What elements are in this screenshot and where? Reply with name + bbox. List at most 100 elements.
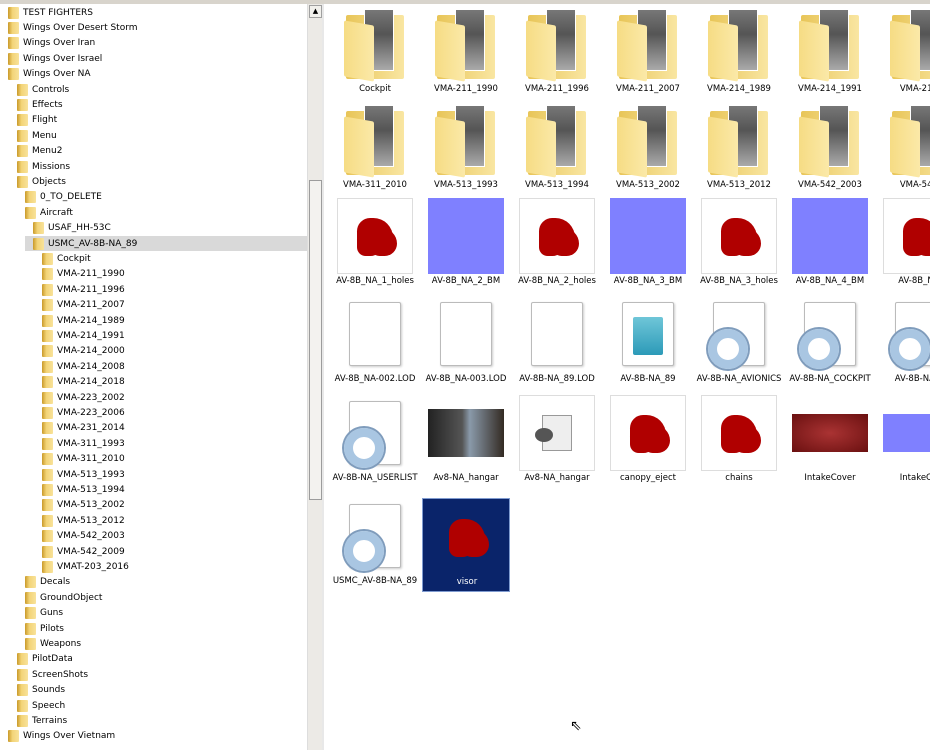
tree-item[interactable]: VMA-311_1993 xyxy=(42,436,125,451)
file-label: VMA-211_2007 xyxy=(616,84,680,94)
file-item[interactable]: AV-8B-NA_89 xyxy=(604,296,692,390)
folder-icon xyxy=(519,102,595,178)
file-item[interactable]: VMA-513_1993 xyxy=(422,102,510,196)
scroll-thumb[interactable] xyxy=(309,180,322,500)
file-item[interactable]: AV-8B_NA-002.LOD xyxy=(331,296,419,390)
file-item[interactable]: VMA-214_1989 xyxy=(695,6,783,100)
tree-item[interactable]: VMA-223_2006 xyxy=(42,405,125,420)
tree-item[interactable]: VMA-214_1989 xyxy=(42,313,125,328)
file-item[interactable]: VMA-311_2010 xyxy=(331,102,419,196)
file-item[interactable]: AV-8B-NA_ 1 xyxy=(877,296,930,390)
tree-item-label: VMA-211_1990 xyxy=(57,269,125,280)
tree-item[interactable]: VMA-542_2009 xyxy=(42,544,125,559)
tree-item[interactable]: Menu2 xyxy=(17,144,62,159)
file-item[interactable]: USMC_AV-8B-NA_89 xyxy=(331,498,419,592)
tree-item[interactable]: GroundObject xyxy=(25,590,102,605)
file-item[interactable]: Cockpit xyxy=(331,6,419,100)
file-item[interactable]: VMA-214_ xyxy=(877,6,930,100)
file-item[interactable]: Av8-NA_hangar xyxy=(422,395,510,489)
tree-item[interactable]: VMA-513_1994 xyxy=(42,482,125,497)
tree-item[interactable]: Weapons xyxy=(25,636,81,651)
tree-item[interactable]: VMA-211_2007 xyxy=(42,298,125,313)
file-label: Av8-NA_hangar xyxy=(433,473,499,483)
tree-item[interactable]: Controls xyxy=(17,82,69,97)
doc-icon xyxy=(337,296,413,372)
tree-item[interactable]: 0_TO_DELETE xyxy=(25,190,102,205)
file-item[interactable]: AV-8B_NA_2_holes xyxy=(513,198,601,292)
tree-item[interactable]: Cockpit xyxy=(42,251,91,266)
tree-item[interactable]: VMA-211_1990 xyxy=(42,267,125,282)
tree-item[interactable]: ScreenShots xyxy=(17,667,88,682)
tree-item[interactable]: Flight xyxy=(17,113,57,128)
tree-item[interactable]: VMA-513_1993 xyxy=(42,467,125,482)
file-item[interactable]: IntakeCov xyxy=(877,395,930,489)
tree-item[interactable]: Decals xyxy=(25,575,70,590)
file-item[interactable]: AV-8B_NA_ xyxy=(877,198,930,292)
file-item[interactable]: canopy_eject xyxy=(604,395,692,489)
file-item[interactable]: AV-8B-NA_AVIONICS xyxy=(695,296,783,390)
file-item[interactable]: VMA-513_1994 xyxy=(513,102,601,196)
tree-item[interactable]: VMA-513_2002 xyxy=(42,498,125,513)
tree-item[interactable]: VMA-214_2018 xyxy=(42,375,125,390)
tree-item[interactable]: VMA-211_1996 xyxy=(42,282,125,297)
tree-item[interactable]: TEST FIGHTERS xyxy=(8,5,93,20)
tree-item[interactable]: VMA-311_2010 xyxy=(42,452,125,467)
tree-item[interactable]: Pilots xyxy=(25,621,64,636)
tree-item[interactable]: VMA-214_2000 xyxy=(42,344,125,359)
tree-item[interactable]: VMA-214_2008 xyxy=(42,359,125,374)
tree-item-label: GroundObject xyxy=(40,592,103,603)
file-item[interactable]: AV-8B_NA_3_BM xyxy=(604,198,692,292)
file-item[interactable]: Av8-NA_hangar xyxy=(513,395,601,489)
file-item[interactable]: VMA-513_2002 xyxy=(604,102,692,196)
tree-item[interactable]: Aircraft xyxy=(25,205,73,220)
file-label: AV-8B_NA_4_BM xyxy=(795,276,865,286)
file-item[interactable]: visor xyxy=(422,498,510,592)
scroll-up-button[interactable]: ▲ xyxy=(309,5,322,18)
tree-item[interactable]: Effects xyxy=(17,97,63,112)
file-item[interactable]: VMA-214_1991 xyxy=(786,6,874,100)
tree-item[interactable]: USAF_HH-53C xyxy=(33,221,111,236)
file-item[interactable]: AV-8B-NA_89.LOD xyxy=(513,296,601,390)
tree-item[interactable]: PilotData xyxy=(17,652,73,667)
tree-item[interactable]: Wings Over NA xyxy=(8,67,91,82)
folder-icon xyxy=(42,514,53,527)
file-item[interactable]: AV-8B_NA_4_BM xyxy=(786,198,874,292)
folder-tree[interactable]: TEST FIGHTERS Wings Over Desert Storm Wing… xyxy=(0,4,307,750)
file-item[interactable]: IntakeCover xyxy=(786,395,874,489)
file-item[interactable]: AV-8B_NA_2_BM xyxy=(422,198,510,292)
tree-item[interactable]: Sounds xyxy=(17,683,65,698)
tree-item[interactable]: Terrains xyxy=(17,713,67,728)
tree-item[interactable]: Wings Over Israel xyxy=(8,51,102,66)
tree-item[interactable]: Objects xyxy=(17,174,66,189)
file-grid[interactable]: Cockpit VMA-211_1990 VMA-211_1996 VMA-211_2… xyxy=(331,6,930,750)
tree-item[interactable]: VMA-513_2012 xyxy=(42,513,125,528)
tree-item[interactable]: VMA-231_2014 xyxy=(42,421,125,436)
file-item[interactable]: VMA-211_1990 xyxy=(422,6,510,100)
tree-item[interactable]: VMA-214_1991 xyxy=(42,328,125,343)
folder-icon xyxy=(8,730,19,743)
tree-item[interactable]: Wings Over Vietnam xyxy=(8,729,115,744)
file-item[interactable]: AV-8B-NA_USERLIST xyxy=(331,395,419,489)
tree-scrollbar[interactable]: ▲ xyxy=(307,4,322,750)
file-item[interactable]: AV-8B-NA_COCKPIT xyxy=(786,296,874,390)
tree-item[interactable]: VMA-223_2002 xyxy=(42,390,125,405)
file-item[interactable]: VMA-211_1996 xyxy=(513,6,601,100)
tree-item[interactable]: Wings Over Iran xyxy=(8,36,95,51)
file-item[interactable]: VMA-513_2012 xyxy=(695,102,783,196)
file-item[interactable]: AV-8B_NA_3_holes xyxy=(695,198,783,292)
tree-item[interactable]: USMC_AV-8B-NA_89 xyxy=(25,236,307,251)
file-item[interactable]: AV-8B_NA_1_holes xyxy=(331,198,419,292)
tree-item[interactable]: VMA-542_2003 xyxy=(42,529,125,544)
file-item[interactable]: chains xyxy=(695,395,783,489)
file-item[interactable]: VMA-211_2007 xyxy=(604,6,692,100)
tree-item[interactable]: Speech xyxy=(17,698,65,713)
file-item[interactable]: AV-8B_NA-003.LOD xyxy=(422,296,510,390)
tree-item[interactable]: VMAT-203_2016 xyxy=(42,559,129,574)
tree-item[interactable]: Wings Over Desert Storm xyxy=(8,20,138,35)
file-item[interactable]: VMA-542_2003 xyxy=(786,102,874,196)
tree-item[interactable]: Guns xyxy=(25,606,63,621)
pane-splitter[interactable] xyxy=(322,4,324,750)
tree-item[interactable]: Missions xyxy=(17,159,70,174)
file-item[interactable]: VMA-542_ xyxy=(877,102,930,196)
tree-item[interactable]: Menu xyxy=(17,128,57,143)
